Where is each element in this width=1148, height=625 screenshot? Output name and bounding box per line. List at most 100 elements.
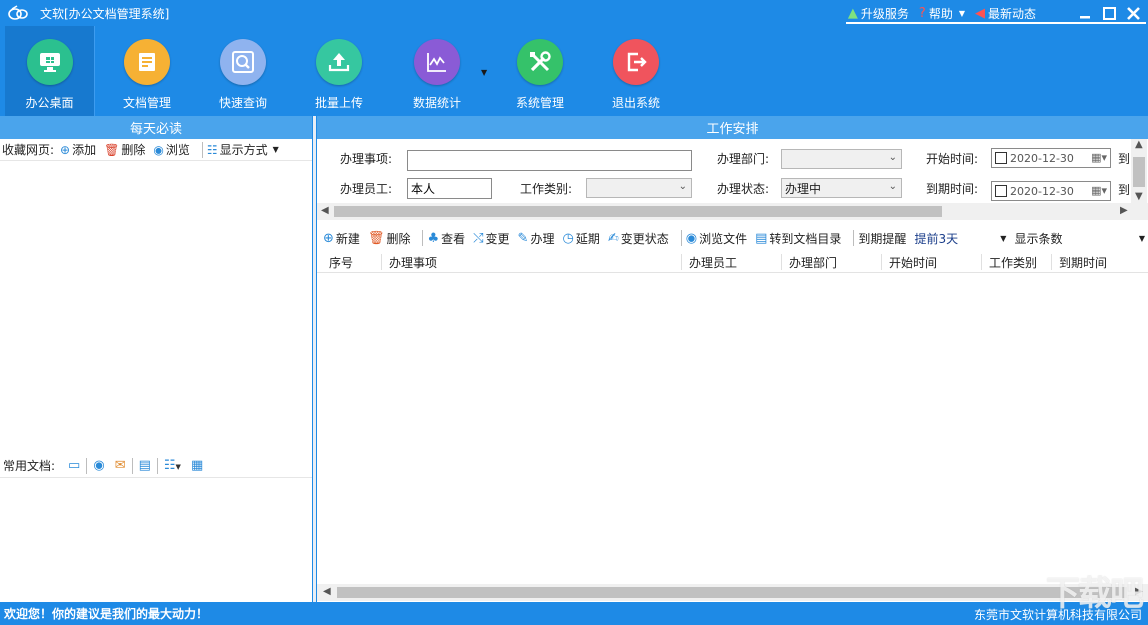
calendar-icon[interactable]: ▦▾ [1091,151,1107,164]
scroll-left-icon[interactable]: ◀ [321,205,329,216]
tools-icon [517,39,563,85]
status-welcome: 欢迎您！你的建议是我们的最大动力！ [4,607,209,621]
tool-label: 数据统计 [412,96,461,110]
scroll-right-icon[interactable]: ▶ [1120,205,1128,216]
help-link[interactable]: ? 帮助 ▼ [919,5,965,22]
table-icon[interactable]: ▦ [191,458,203,473]
start-date-checkbox[interactable] [995,152,1007,164]
column-work-type[interactable]: 工作类别 [982,254,1052,270]
trash-icon: 🗑 [104,142,120,157]
tool-document-management[interactable]: 文档管理 [102,26,192,116]
view-button[interactable]: ♣ 查看 [427,230,465,247]
delete-label: 删除 [121,143,146,157]
close-button[interactable] [1122,2,1144,24]
close-icon [1126,6,1140,20]
change-status-button[interactable]: ✍ 变更状态 [608,230,669,247]
chevron-down-icon: ⌄ [888,181,897,192]
staff-input[interactable] [407,178,492,199]
change-button[interactable]: ⤭ 变更 [473,230,509,247]
tool-exit-system[interactable]: 退出系统 [591,26,681,116]
scroll-left-icon[interactable]: ◀ [323,586,331,597]
news-link[interactable]: ◀ 最新动态 [975,5,1036,22]
column-staff[interactable]: 办理员工 [682,254,782,270]
watermark-logo: 下载吧 [1046,574,1144,614]
scroll-thumb[interactable] [337,587,1127,598]
scroll-down-icon[interactable]: ▼ [1135,191,1143,202]
calendar-icon[interactable]: ▦▾ [1091,184,1107,197]
delete-button[interactable]: 🗑 删除 [368,230,411,247]
status-value: 办理中 [785,181,822,196]
extend-button[interactable]: ◷ 延期 [562,230,599,247]
start-date-picker[interactable]: 2020-12-30 ▦▾ [991,148,1111,168]
display-mode-button[interactable]: ☷ 显示方式 ▼ [207,141,279,158]
column-dept[interactable]: 办理部门 [782,254,882,270]
separator [156,457,158,474]
maximize-icon [1102,6,1116,20]
common-docs-label: 常用文档: [3,459,56,473]
start-date-value: 2020-12-30 [1010,151,1074,165]
table-horizontal-scrollbar[interactable]: ◀ ▶ [317,584,1148,601]
upgrade-label: 升级服务 [860,6,909,21]
statistics-dropdown-icon[interactable]: ▼ [481,68,487,77]
staff-label: 办理员工: [340,182,393,196]
start-time-label: 开始时间: [926,152,979,166]
status-select[interactable]: 办理中 ⌄ [781,178,902,198]
work-schedule-header: 工作安排 [317,116,1148,139]
delete-label: 删除 [386,231,411,246]
minimize-button[interactable] [1074,2,1096,24]
handle-button[interactable]: ✎ 办理 [518,230,555,247]
eye-icon[interactable]: ◉ [93,458,104,473]
window-icon[interactable]: ▭ [68,458,80,473]
list-view-icon[interactable]: ☷▼ [164,458,181,473]
schedule-table-header: 序号 办理事项 办理员工 办理部门 开始时间 工作类别 到期时间 [317,251,1148,273]
dept-select[interactable]: ⌄ [781,149,902,169]
goto-catalog-label: 转到文档目录 [769,231,842,246]
tool-quick-search[interactable]: 快速查询 [198,26,288,116]
common-docs-toolbar: 常用文档: ▭ ◉ ✉ ▤ ☷▼ ▦ [0,454,312,478]
form-horizontal-scrollbar[interactable]: ◀ ▶ [317,203,1148,220]
item-label: 办理事项: [340,152,393,166]
show-count-button[interactable]: 显示条数 [1014,230,1062,247]
tool-label: 批量上传 [314,96,363,110]
item-input[interactable] [407,150,692,171]
chevron-down-icon: ▼ [1000,233,1007,243]
scroll-up-icon[interactable]: ▲ [1135,139,1143,150]
form-vertical-scrollbar[interactable]: ▲ ▼ [1131,139,1147,203]
mail-icon[interactable]: ✉ [115,458,126,473]
tool-system-management[interactable]: 系统管理 [495,26,585,116]
favorites-browse-button[interactable]: ◉ 浏览 [153,141,190,158]
more-options-icon[interactable]: ▼ [1139,234,1145,243]
display-mode-label: 显示方式 [219,143,268,157]
filter-form: 办理事项: 办理部门: ⌄ 开始时间: 2020-12-30 ▦▾ 到 办理员工:… [317,139,1135,203]
column-index[interactable]: 序号 [322,254,382,270]
work-type-select[interactable]: ⌄ [586,178,692,198]
view-label: 查看 [441,231,466,246]
tool-data-statistics[interactable]: 数据统计 [392,26,482,116]
scroll-thumb[interactable] [334,206,942,217]
goto-catalog-button[interactable]: ▤ 转到文档目录 [755,230,841,247]
tool-office-desktop[interactable]: 办公桌面 [5,26,95,116]
browse-file-button[interactable]: ◉ 浏览文件 [686,230,747,247]
new-button[interactable]: ⊕ 新建 [323,230,360,247]
column-start-time[interactable]: 开始时间 [882,254,982,270]
tool-batch-upload[interactable]: 批量上传 [294,26,384,116]
daily-reading-header: 每天必读 [0,116,312,139]
status-bar: 欢迎您！你的建议是我们的最大动力！ 东莞市文软计算机科技有限公司 [0,602,1148,625]
remind-select[interactable]: 提前3天 ▼ [914,230,1006,247]
favorites-delete-button[interactable]: 🗑 删除 [104,141,145,158]
due-date-picker[interactable]: 2020-12-30 ▦▾ [991,181,1111,201]
maximize-button[interactable] [1098,2,1120,24]
tool-label: 快速查询 [218,96,267,110]
column-due-time[interactable]: 到期时间 [1052,254,1122,270]
edit-document-icon: ✍ [607,230,619,246]
question-icon: ? [918,5,926,21]
column-item[interactable]: 办理事项 [382,254,682,270]
extend-label: 延期 [575,231,600,246]
document-icon[interactable]: ▤ [139,458,151,473]
show-count-label: 显示条数 [1014,231,1063,246]
scroll-thumb[interactable] [1133,157,1145,187]
favorites-add-button[interactable]: ⊕ 添加 [60,141,96,158]
start-to-label: 到 [1118,152,1131,166]
due-date-checkbox[interactable] [995,185,1007,197]
upgrade-link[interactable]: ▲ 升级服务 [848,5,909,22]
